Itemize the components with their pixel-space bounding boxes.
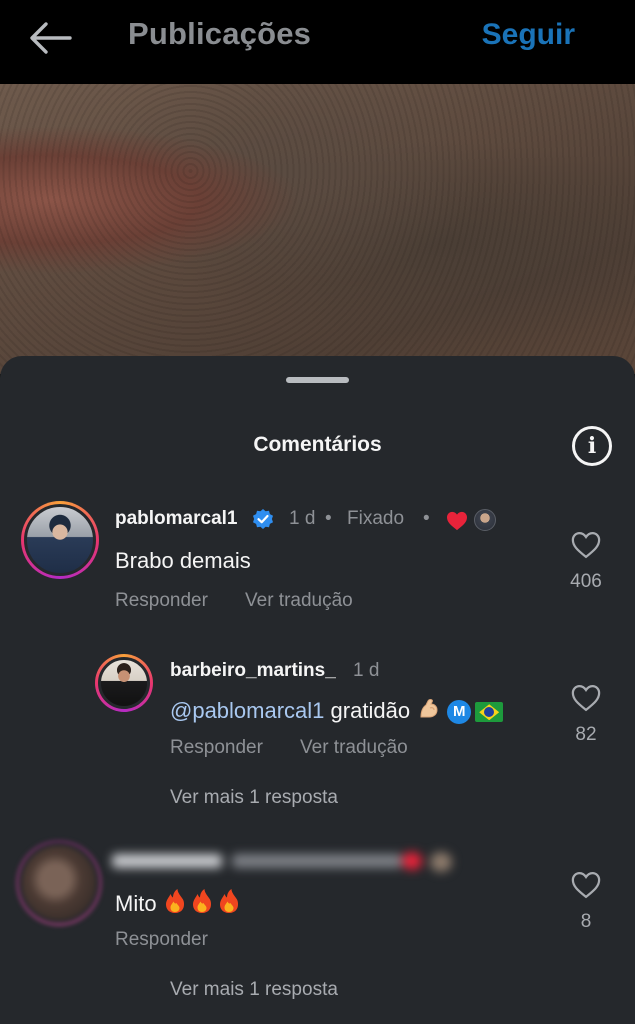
fire-emoji (192, 889, 211, 913)
sheet-title: Comentários (253, 433, 382, 456)
avatar[interactable] (16, 840, 102, 926)
m-badge-emoji: M (447, 700, 472, 725)
meta-separator: • (325, 508, 332, 529)
heart-icon[interactable] (571, 871, 601, 899)
avatar[interactable] (95, 654, 153, 712)
heart-icon[interactable] (571, 684, 601, 712)
view-more-replies-button[interactable]: Ver mais 1 resposta (170, 787, 338, 809)
follow-button[interactable]: Seguir (482, 18, 575, 52)
meta-separator: • (423, 508, 430, 529)
post-image[interactable] (0, 84, 635, 374)
info-icon: i (587, 433, 597, 459)
page-title: Publicações (128, 16, 312, 51)
comment-text: Brabo demais (115, 548, 251, 573)
like-count: 8 (580, 911, 592, 932)
fire-emoji (165, 889, 184, 913)
verified-badge-icon (253, 509, 273, 529)
avatar[interactable] (21, 501, 99, 579)
back-button[interactable] (24, 18, 76, 58)
comment-text: @pablomarcal1 gratidão M (170, 697, 504, 725)
reply-button[interactable]: Responder (115, 590, 208, 612)
comment-text: Mito (115, 888, 244, 917)
see-translation-button[interactable]: Ver tradução (300, 737, 408, 759)
see-translation-button[interactable]: Ver tradução (245, 590, 353, 612)
top-bar: Publicações Seguir (0, 0, 635, 84)
comment-text-body: gratidão (330, 698, 411, 723)
fire-emoji (219, 889, 238, 913)
heart-icon[interactable] (571, 531, 601, 559)
comment-username[interactable]: pablomarcal1 (115, 508, 238, 530)
author-mini-avatar (474, 509, 496, 531)
liked-by-author-heart-icon (447, 511, 467, 531)
flexed-biceps-emoji (420, 699, 438, 718)
reply-button[interactable]: Responder (115, 929, 208, 951)
like-count: 406 (570, 571, 602, 592)
blurred-username-row (112, 850, 462, 872)
comment-time: 1 d (289, 508, 316, 529)
like-count: 82 (575, 724, 597, 745)
comments-sheet: Comentários i pablomarcal1 1 d • Fixado … (0, 356, 635, 1024)
mention-link[interactable]: @pablomarcal1 (170, 698, 324, 723)
comment-username[interactable]: barbeiro_martins_ (170, 660, 336, 682)
info-button[interactable]: i (572, 426, 612, 466)
comment-text-body: Mito (115, 891, 157, 916)
comment-time: 1 d (353, 660, 380, 681)
drag-handle[interactable] (286, 377, 349, 383)
reply-button[interactable]: Responder (170, 737, 263, 759)
back-arrow-icon (30, 22, 72, 54)
pinned-label: Fixado (347, 508, 405, 529)
view-more-replies-button[interactable]: Ver mais 1 resposta (170, 979, 338, 1001)
brazil-flag-emoji (475, 702, 504, 723)
